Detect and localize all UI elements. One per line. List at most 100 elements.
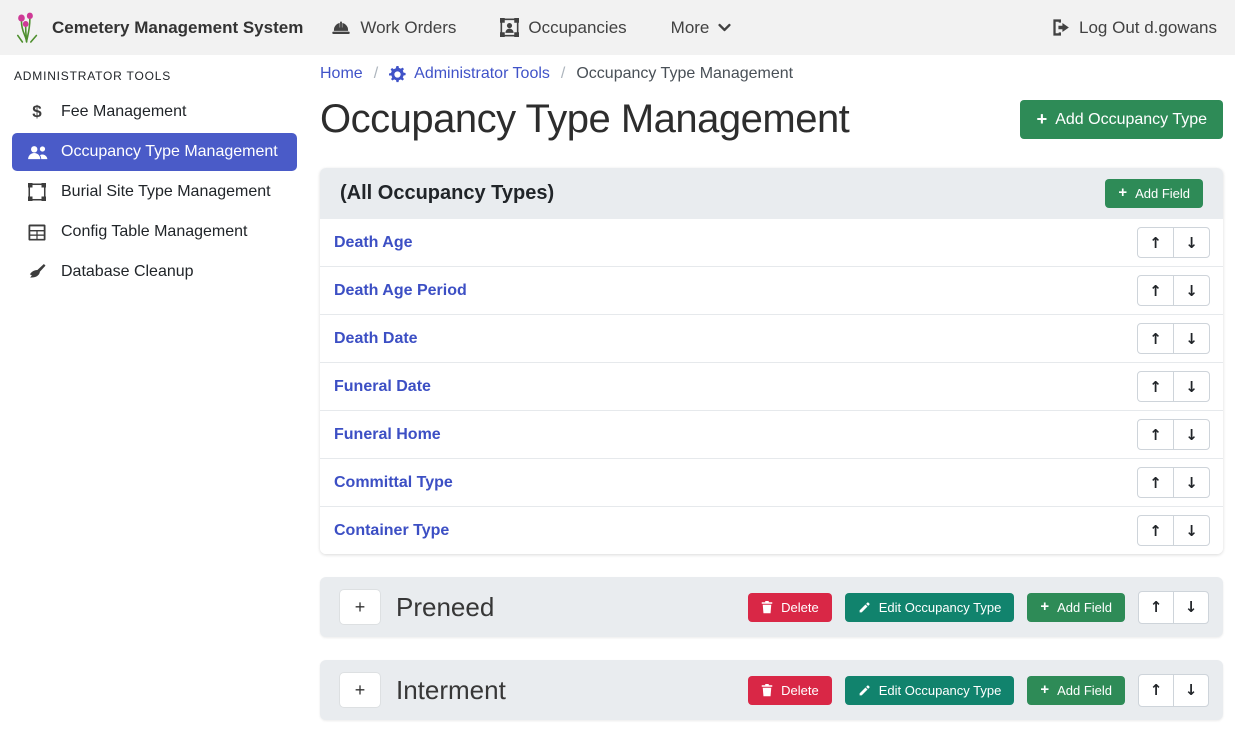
section-title: Interment — [396, 675, 506, 706]
move-down-button[interactable]: ↓ — [1173, 323, 1210, 354]
tulip-logo-icon — [14, 11, 42, 45]
arrow-down-icon: ↓ — [1185, 330, 1198, 348]
breadcrumb-admin-tools-link[interactable]: Administrator Tools — [389, 65, 550, 83]
arrow-up-icon: ↑ — [1149, 378, 1162, 396]
nav-occupancies[interactable]: Occupancies — [500, 18, 626, 38]
move-down-button[interactable]: ↓ — [1173, 419, 1210, 450]
add-occupancy-type-label: Add Occupancy Type — [1055, 111, 1207, 129]
edit-occupancy-type-label: Edit Occupancy Type — [879, 683, 1002, 698]
arrow-up-icon: ↑ — [1149, 282, 1162, 300]
add-field-label: Add Field — [1057, 683, 1112, 698]
move-down-button[interactable]: ↓ — [1173, 515, 1210, 546]
add-occupancy-type-button[interactable]: + Add Occupancy Type — [1020, 100, 1223, 138]
add-field-button[interactable]: + Add Field — [1027, 593, 1125, 622]
move-down-button[interactable]: ↓ — [1173, 591, 1209, 624]
move-up-button[interactable]: ↑ — [1137, 323, 1174, 354]
move-up-button[interactable]: ↑ — [1137, 419, 1174, 450]
reorder-group: ↑ ↓ — [1137, 467, 1210, 498]
layout: ADMINISTRATOR TOOLS $ Fee Management — [0, 55, 1235, 738]
reorder-group: ↑ ↓ — [1137, 419, 1210, 450]
arrow-down-icon: ↓ — [1185, 234, 1198, 252]
delete-button[interactable]: Delete — [748, 676, 832, 705]
chevron-down-icon — [718, 23, 731, 32]
move-up-button[interactable]: ↑ — [1137, 227, 1174, 258]
expand-button[interactable]: + — [340, 673, 380, 707]
add-field-label: Add Field — [1135, 186, 1190, 201]
nav-more[interactable]: More — [671, 18, 732, 38]
sidebar-item-occupancy-type-management[interactable]: Occupancy Type Management — [12, 133, 297, 171]
edit-occupancy-type-button[interactable]: Edit Occupancy Type — [845, 676, 1015, 705]
add-field-button[interactable]: + Add Field — [1105, 179, 1203, 208]
move-up-button[interactable]: ↑ — [1137, 467, 1174, 498]
nav-work-orders[interactable]: Work Orders — [331, 18, 456, 38]
section-actions: Delete Edit Occupancy Type + A — [748, 591, 1209, 624]
arrow-down-icon: ↓ — [1185, 426, 1198, 444]
edit-occupancy-type-button[interactable]: Edit Occupancy Type — [845, 593, 1015, 622]
move-down-button[interactable]: ↓ — [1173, 674, 1209, 707]
move-down-button[interactable]: ↓ — [1173, 467, 1210, 498]
reorder-group: ↑ ↓ — [1137, 323, 1210, 354]
brand[interactable]: Cemetery Management System — [14, 11, 303, 45]
move-up-button[interactable]: ↑ — [1137, 515, 1174, 546]
field-link-funeral-home[interactable]: Funeral Home — [334, 426, 441, 444]
field-link-death-date[interactable]: Death Date — [334, 330, 418, 348]
move-down-button[interactable]: ↓ — [1173, 371, 1210, 402]
sidebar: ADMINISTRATOR TOOLS $ Fee Management — [0, 55, 310, 738]
nav-occupancies-label: Occupancies — [528, 18, 626, 38]
field-link-funeral-date[interactable]: Funeral Date — [334, 378, 431, 396]
move-up-button[interactable]: ↑ — [1138, 591, 1174, 624]
arrow-up-icon: ↑ — [1149, 474, 1162, 492]
sidebar-item-fee-management[interactable]: $ Fee Management — [12, 93, 297, 131]
logout-button[interactable]: Log Out d.gowans — [1051, 18, 1217, 38]
edit-occupancy-type-label: Edit Occupancy Type — [879, 600, 1002, 615]
sidebar-item-config-table-management[interactable]: Config Table Management — [12, 213, 297, 251]
users-icon — [25, 145, 49, 160]
field-row: Death Date ↑ ↓ — [320, 314, 1223, 362]
main-content: Home / Administrator Tools / Occupancy T… — [310, 55, 1235, 738]
field-row: Committal Type ↑ ↓ — [320, 458, 1223, 506]
field-link-death-age-period[interactable]: Death Age Period — [334, 282, 467, 300]
delete-label: Delete — [781, 683, 819, 698]
move-up-button[interactable]: ↑ — [1138, 674, 1174, 707]
breadcrumb-separator: / — [374, 65, 378, 83]
card-header: (All Occupancy Types) + Add Field — [320, 168, 1223, 219]
occupancy-type-section-preneed: + Preneed Delete — [320, 577, 1223, 637]
page-title: Occupancy Type Management — [320, 97, 849, 142]
top-navbar: Cemetery Management System Work Orders — [0, 0, 1235, 55]
add-field-button[interactable]: + Add Field — [1027, 676, 1125, 705]
expand-button[interactable]: + — [340, 590, 380, 624]
broom-icon — [25, 263, 49, 281]
sidebar-item-database-cleanup[interactable]: Database Cleanup — [12, 253, 297, 291]
field-link-committal-type[interactable]: Committal Type — [334, 474, 453, 492]
field-row: Funeral Home ↑ ↓ — [320, 410, 1223, 458]
arrow-up-icon: ↑ — [1149, 330, 1162, 348]
move-down-button[interactable]: ↓ — [1173, 227, 1210, 258]
sidebar-item-burial-site-type-management[interactable]: Burial Site Type Management — [12, 173, 297, 211]
plus-icon: + — [1036, 110, 1047, 128]
field-row: Funeral Date ↑ ↓ — [320, 362, 1223, 410]
sidebar-header: ADMINISTRATOR TOOLS — [0, 59, 310, 87]
move-up-button[interactable]: ↑ — [1137, 371, 1174, 402]
reorder-group: ↑ ↓ — [1137, 275, 1210, 306]
move-down-button[interactable]: ↓ — [1173, 275, 1210, 306]
arrow-down-icon: ↓ — [1185, 282, 1198, 300]
section-title: Preneed — [396, 592, 494, 623]
field-link-container-type[interactable]: Container Type — [334, 522, 449, 540]
arrow-up-icon: ↑ — [1149, 426, 1162, 444]
breadcrumb-home-link[interactable]: Home — [320, 65, 363, 83]
delete-button[interactable]: Delete — [748, 593, 832, 622]
arrow-up-icon: ↑ — [1149, 522, 1162, 540]
field-link-death-age[interactable]: Death Age — [334, 234, 413, 252]
dollar-icon: $ — [25, 102, 49, 122]
plus-icon: + — [1118, 186, 1127, 201]
nav-work-orders-label: Work Orders — [360, 18, 456, 38]
arrow-up-icon: ↑ — [1150, 598, 1163, 616]
breadcrumb-separator: / — [561, 65, 565, 83]
arrow-up-icon: ↑ — [1150, 681, 1163, 699]
app-root: Cemetery Management System Work Orders — [0, 0, 1235, 738]
card-title: (All Occupancy Types) — [340, 182, 554, 205]
move-up-button[interactable]: ↑ — [1137, 275, 1174, 306]
all-occupancy-types-card: (All Occupancy Types) + Add Field Death … — [320, 168, 1223, 554]
reorder-group: ↑ ↓ — [1137, 515, 1210, 546]
breadcrumb-admin-tools-label: Administrator Tools — [414, 65, 550, 83]
